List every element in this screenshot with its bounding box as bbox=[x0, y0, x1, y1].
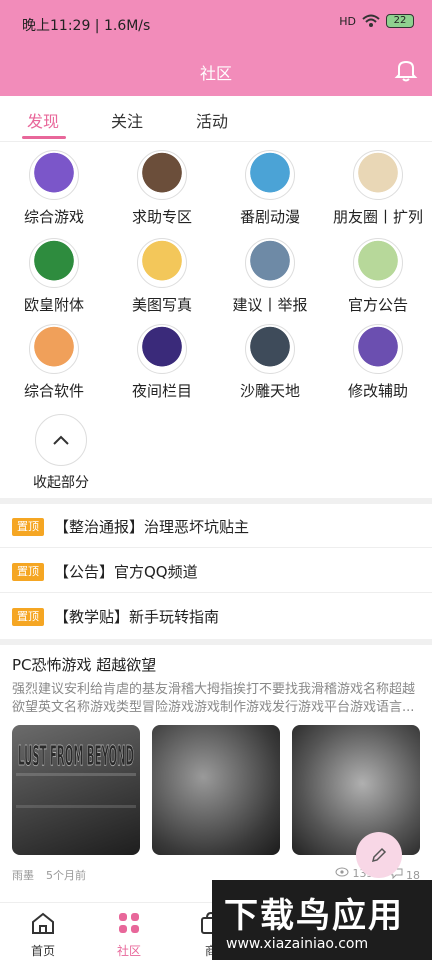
pinned-badge: 置顶 bbox=[12, 518, 44, 536]
community-icon bbox=[119, 913, 139, 933]
category-avatar bbox=[137, 238, 187, 288]
category-label: 建议丨举报 bbox=[232, 296, 308, 314]
svg-text:LUST FROM BEYOND: LUST FROM BEYOND bbox=[18, 739, 134, 772]
category-item[interactable]: 朋友圈丨扩列 bbox=[324, 150, 432, 227]
post-description: 强烈建议安利给肯虐的基友滑稽大拇指挨打不要找我滑稽游戏名称超越欲望英文名称游戏类… bbox=[12, 682, 416, 715]
app-header: 社区 bbox=[0, 48, 432, 96]
category-label: 官方公告 bbox=[347, 296, 408, 314]
category-avatar bbox=[353, 150, 403, 200]
category-avatar bbox=[245, 150, 295, 200]
tab-events[interactable]: 活动 bbox=[196, 108, 228, 132]
category-item[interactable]: 建议丨举报 bbox=[216, 238, 324, 315]
pinned-title: 【整治通报】治理恶坏坑贴主 bbox=[54, 518, 250, 536]
category-item[interactable]: 番剧动漫 bbox=[216, 150, 324, 227]
category-label: 修改辅助 bbox=[347, 382, 408, 400]
watermark: 下载鸟应用 www.xiazainiao.com bbox=[212, 880, 432, 960]
category-avatar bbox=[29, 150, 79, 200]
nav-community[interactable]: 社区 bbox=[94, 909, 164, 959]
category-label: 夜间栏目 bbox=[131, 382, 192, 400]
category-item[interactable]: 美图写真 bbox=[108, 238, 216, 315]
category-label: 沙雕天地 bbox=[239, 382, 300, 400]
status-time: 晚上11:29 | 1.6M/s bbox=[22, 18, 151, 34]
bell-icon[interactable] bbox=[392, 56, 420, 84]
watermark-url: www.xiazainiao.com bbox=[226, 936, 369, 952]
post-image[interactable] bbox=[292, 725, 420, 855]
pinned-post[interactable]: 置顶 【公告】官方QQ频道 bbox=[0, 549, 432, 593]
category-label: 美图写真 bbox=[131, 296, 192, 314]
collapse-button[interactable]: 收起部分 bbox=[26, 414, 96, 492]
tab-bar: 发现 关注 活动 bbox=[0, 96, 432, 142]
status-icons: HD 22 bbox=[339, 14, 414, 28]
category-label: 综合软件 bbox=[23, 382, 84, 400]
category-label: 综合游戏 bbox=[23, 208, 84, 226]
eye-icon bbox=[335, 867, 349, 877]
post-image[interactable]: LUST FROM BEYOND bbox=[12, 725, 140, 855]
category-avatar bbox=[245, 324, 295, 374]
tab-underline bbox=[22, 136, 66, 139]
category-label: 求助专区 bbox=[131, 208, 192, 226]
tab-following[interactable]: 关注 bbox=[111, 108, 143, 132]
pinned-post[interactable]: 置顶 【教学贴】新手玩转指南 bbox=[0, 594, 432, 638]
category-item[interactable]: 修改辅助 bbox=[324, 324, 432, 401]
tab-discover[interactable]: 发现 bbox=[27, 108, 59, 132]
collapse-label: 收起部分 bbox=[33, 475, 89, 491]
category-item[interactable]: 官方公告 bbox=[324, 238, 432, 315]
pencil-icon bbox=[371, 847, 387, 863]
pinned-badge: 置顶 bbox=[12, 608, 44, 626]
signal-icon: HD bbox=[339, 14, 356, 28]
category-avatar bbox=[29, 324, 79, 374]
category-label: 朋友圈丨扩列 bbox=[332, 208, 423, 226]
post-author: 雨墨 bbox=[12, 869, 34, 882]
nav-community-label: 社区 bbox=[116, 944, 141, 958]
post-title: PC恐怖游戏 超越欲望 bbox=[12, 656, 157, 674]
page-title: 社区 bbox=[199, 64, 232, 83]
status-bar: 晚上11:29 | 1.6M/s HD 22 bbox=[0, 0, 432, 48]
category-item[interactable]: 欧皇附体 bbox=[0, 238, 108, 315]
category-avatar bbox=[353, 324, 403, 374]
post-image[interactable] bbox=[152, 725, 280, 855]
home-icon bbox=[32, 912, 54, 934]
category-avatar bbox=[29, 238, 79, 288]
nav-home-label: 首页 bbox=[30, 944, 55, 958]
category-item[interactable]: 综合软件 bbox=[0, 324, 108, 401]
battery-icon: 22 bbox=[386, 14, 414, 28]
watermark-title: 下载鸟应用 bbox=[224, 896, 404, 936]
category-avatar bbox=[353, 238, 403, 288]
category-item[interactable]: 沙雕天地 bbox=[216, 324, 324, 401]
category-item[interactable]: 综合游戏 bbox=[0, 150, 108, 227]
category-item[interactable]: 求助专区 bbox=[108, 150, 216, 227]
chevron-up-icon bbox=[35, 414, 87, 466]
compose-button[interactable] bbox=[356, 832, 402, 878]
category-avatar bbox=[245, 238, 295, 288]
pinned-title: 【公告】官方QQ频道 bbox=[54, 563, 198, 581]
category-label: 番剧动漫 bbox=[239, 208, 300, 226]
category-avatar bbox=[137, 150, 187, 200]
wifi-icon bbox=[362, 14, 380, 27]
pinned-title: 【教学贴】新手玩转指南 bbox=[54, 608, 220, 626]
nav-home[interactable]: 首页 bbox=[8, 909, 78, 959]
category-label: 欧皇附体 bbox=[23, 296, 84, 314]
post-meta: 雨墨 5个月前 bbox=[12, 867, 86, 883]
pinned-badge: 置顶 bbox=[12, 563, 44, 581]
post-time: 5个月前 bbox=[46, 869, 86, 882]
category-item[interactable]: 夜间栏目 bbox=[108, 324, 216, 401]
pinned-post[interactable]: 置顶 【整治通报】治理恶坏坑贴主 bbox=[0, 504, 432, 548]
category-avatar bbox=[137, 324, 187, 374]
